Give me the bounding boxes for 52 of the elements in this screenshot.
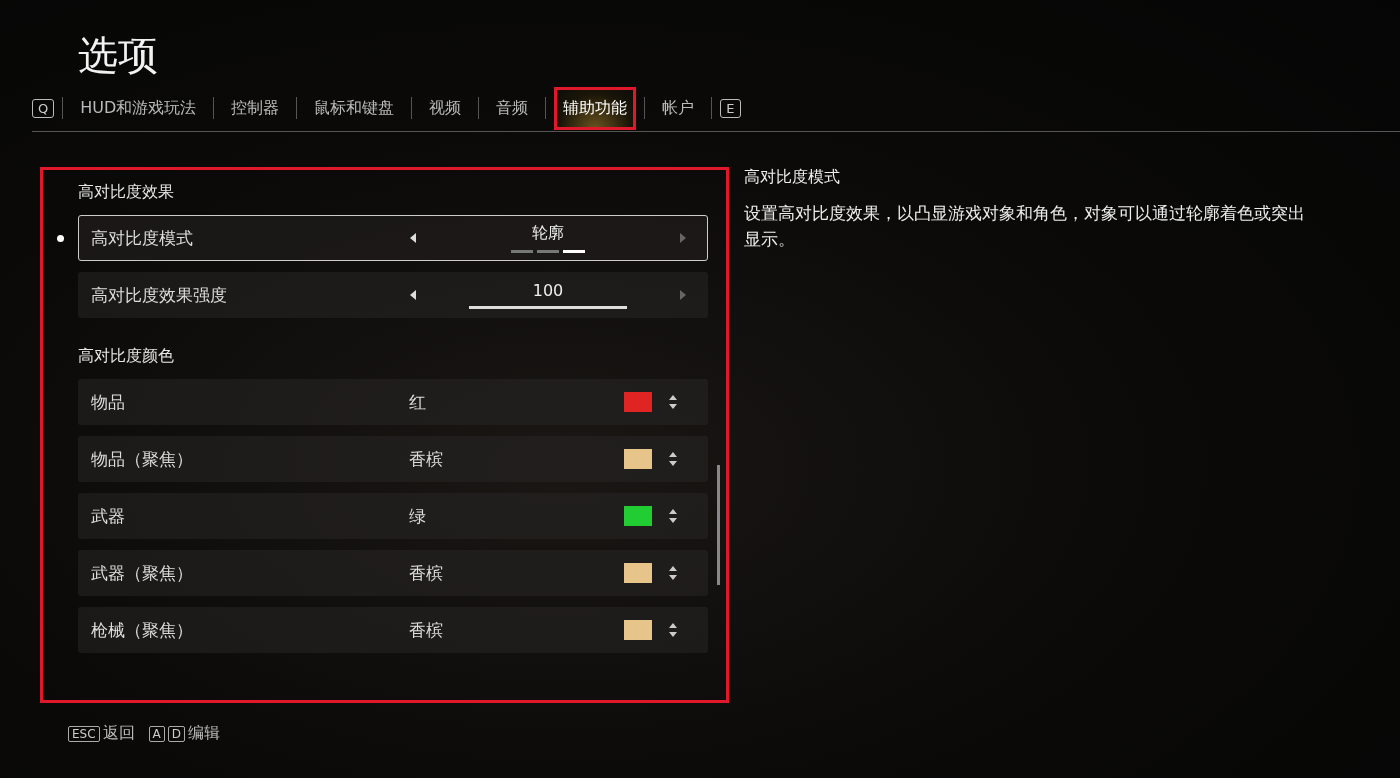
setting-label: 物品（聚焦）: [91, 447, 194, 471]
tab[interactable]: 视频: [420, 86, 471, 130]
tab[interactable]: HUD和游戏玩法: [71, 86, 206, 130]
section-heading: 高对比度颜色: [78, 345, 175, 367]
slider[interactable]: [469, 306, 627, 309]
left-arrow-icon[interactable]: [409, 233, 417, 243]
key-hint: D: [167, 725, 186, 742]
up-down-icon[interactable]: [668, 450, 678, 468]
section-heading: 高对比度效果: [78, 181, 175, 203]
description-title: 高对比度模式: [744, 167, 841, 188]
tab[interactable]: 鼠标和键盘: [305, 86, 404, 130]
setting-row[interactable]: 武器 绿: [78, 493, 708, 539]
tab[interactable]: 帐户: [653, 86, 704, 130]
key-hint[interactable]: Q: [32, 98, 55, 118]
left-arrow-icon[interactable]: [409, 290, 417, 300]
right-arrow-icon[interactable]: [679, 233, 687, 243]
right-arrow-icon[interactable]: [679, 290, 687, 300]
tab[interactable]: 辅助功能: [554, 86, 637, 130]
setting-label: 枪械（聚焦）: [91, 618, 194, 642]
description-text: 设置高对比度效果，以凸显游戏对象和角色，对象可以通过轮廓着色或突出显示。: [744, 202, 1306, 251]
setting-row[interactable]: 高对比度模式 轮廓: [78, 215, 708, 261]
up-down-icon[interactable]: [668, 621, 678, 639]
hint-label: 编辑: [188, 723, 221, 744]
tab[interactable]: 控制器: [222, 86, 289, 130]
setting-label: 高对比度效果强度: [91, 283, 228, 307]
color-name: 香槟: [409, 618, 444, 642]
setting-row[interactable]: 高对比度效果强度 100: [78, 272, 708, 318]
key-hint: A: [148, 725, 165, 742]
setting-value: 轮廓: [532, 223, 564, 244]
setting-row[interactable]: 物品 红: [78, 379, 708, 425]
setting-label: 高对比度模式: [91, 226, 194, 250]
setting-value: 100: [532, 281, 564, 300]
up-down-icon[interactable]: [668, 564, 678, 582]
hint-label: 返回: [102, 723, 135, 744]
color-name: 绿: [409, 504, 427, 528]
key-hint: ESC: [68, 725, 100, 742]
setting-label: 武器: [91, 504, 126, 528]
color-name: 红: [409, 390, 427, 414]
focus-dot: [57, 235, 64, 242]
tab[interactable]: 音频: [487, 86, 538, 130]
up-down-icon[interactable]: [668, 393, 678, 411]
setting-row[interactable]: 物品（聚焦） 香槟: [78, 436, 708, 482]
color-name: 香槟: [409, 561, 444, 585]
setting-label: 武器（聚焦）: [91, 561, 194, 585]
key-hint[interactable]: E: [720, 98, 741, 118]
scrollbar[interactable]: [717, 465, 720, 585]
setting-label: 物品: [91, 390, 126, 414]
setting-row[interactable]: 武器（聚焦） 香槟: [78, 550, 708, 596]
color-name: 香槟: [409, 447, 444, 471]
setting-row[interactable]: 枪械（聚焦） 香槟: [78, 607, 708, 653]
page-title: 选项: [78, 31, 159, 80]
up-down-icon[interactable]: [668, 507, 678, 525]
